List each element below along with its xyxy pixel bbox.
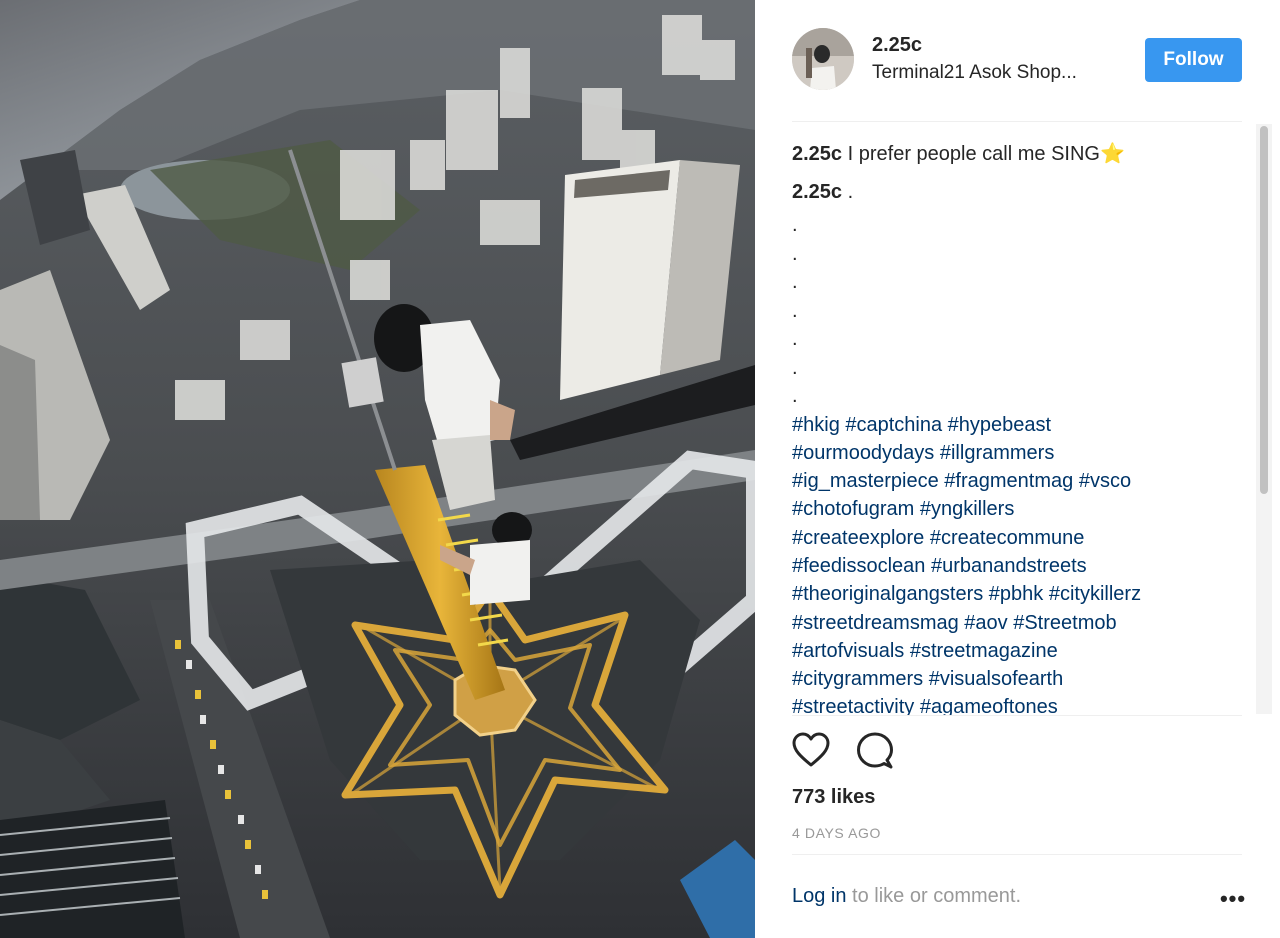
post-photo[interactable] <box>0 0 755 938</box>
comment: 2.25c . <box>792 178 1252 206</box>
likes-count[interactable]: 773 likes <box>792 786 875 809</box>
caption-text: I prefer people call me SING <box>847 143 1100 165</box>
dot-line: . <box>792 385 798 407</box>
caption: 2.25c I prefer people call me SING⭐ <box>792 140 1252 168</box>
comments-section: 2.25c I prefer people call me SING⭐ 2.25… <box>792 140 1252 715</box>
hashtag-line[interactable]: #theoriginalgangsters #pbhk #citykillerz <box>792 580 1252 608</box>
dot-line: . <box>792 328 798 350</box>
dot-line: . <box>792 356 798 379</box>
hashtag-line[interactable]: #ourmoodydays #illgrammers <box>792 439 1252 467</box>
hashtag-line[interactable]: #artofvisuals #streetmagazine <box>792 637 1252 665</box>
comment-username[interactable]: 2.25c <box>792 181 842 203</box>
login-link[interactable]: Log in <box>792 885 847 907</box>
instagram-post: 2.25c Terminal21 Asok Shop... Follow 2.2… <box>0 0 1280 938</box>
heart-icon[interactable] <box>792 732 832 772</box>
more-options-button[interactable]: ••• <box>1219 885 1247 913</box>
login-prompt-text: to like or comment. <box>846 885 1022 907</box>
comments-scrollbar[interactable] <box>1256 124 1272 714</box>
hashtag-line[interactable]: #citygrammers #visualsofearth <box>792 665 1252 693</box>
hashtag-line[interactable]: #createexplore #createcommune <box>792 524 1252 552</box>
author-avatar[interactable] <box>792 28 854 90</box>
login-prompt: Log in to like or comment. ••• <box>792 885 1247 913</box>
city-photo-illustration <box>0 0 755 938</box>
hashtag-line[interactable]: #hkig #captchina #hypebeast <box>792 411 1252 439</box>
scrollbar-thumb[interactable] <box>1260 126 1268 494</box>
author-username[interactable]: 2.25c <box>872 34 922 57</box>
post-actions <box>792 732 912 772</box>
caption-username[interactable]: 2.25c <box>792 143 842 165</box>
avatar-icon <box>792 28 854 90</box>
follow-button[interactable]: Follow <box>1145 38 1242 82</box>
hashtag-list: #hkig #captchina #hypebeast #ourmoodyday… <box>792 411 1252 716</box>
dot-line: . <box>792 299 798 322</box>
post-side-panel: 2.25c Terminal21 Asok Shop... Follow 2.2… <box>755 0 1280 938</box>
dot-line: . <box>792 242 798 265</box>
hashtag-line[interactable]: #streetactivity #agameoftones <box>792 693 1252 715</box>
header-divider <box>792 121 1242 122</box>
hashtag-line[interactable]: #feedissoclean #urbanandstreets <box>792 552 1252 580</box>
footer-divider <box>792 854 1242 855</box>
star-icon: ⭐ <box>1099 143 1125 165</box>
comment-icon[interactable] <box>856 732 896 772</box>
hashtag-line[interactable]: #streetdreamsmag #aov #Streetmob <box>792 609 1252 637</box>
post-header: 2.25c Terminal21 Asok Shop... Follow <box>792 26 1242 92</box>
comment-text: . <box>847 181 854 203</box>
hashtag-line[interactable]: #chotofugram #yngkillers <box>792 495 1252 523</box>
hashtag-line[interactable]: #ig_masterpiece #fragmentmag #vsco <box>792 467 1252 495</box>
dot-line: . <box>792 271 798 293</box>
comments-divider <box>792 715 1242 716</box>
post-location[interactable]: Terminal21 Asok Shop... <box>872 62 1132 84</box>
post-timestamp[interactable]: 4 DAYS AGO <box>792 825 881 841</box>
comment-dot-lines: . . . . . . . <box>792 211 1252 411</box>
dot-line: . <box>792 214 798 236</box>
